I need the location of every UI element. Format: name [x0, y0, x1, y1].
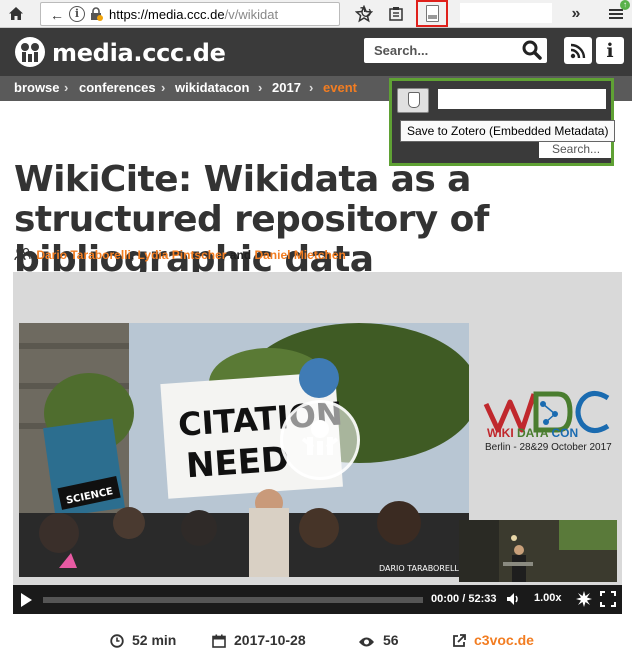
- fullscreen-icon[interactable]: [600, 591, 616, 607]
- popup-search-input[interactable]: Search...: [539, 140, 611, 158]
- rss-icon: [570, 43, 586, 58]
- source-link[interactable]: c3voc.de: [452, 632, 534, 648]
- search-placeholder: Search...: [374, 43, 429, 58]
- time-separator: /: [462, 593, 466, 605]
- external-link-icon: [453, 634, 466, 647]
- url-bar[interactable]: ← i https://media.ccc.de/v/wikidat ↻: [40, 2, 373, 27]
- eye-icon: [359, 637, 374, 647]
- breadcrumb-separator: ›: [161, 80, 166, 95]
- photo-credit: DARIO TARABORELLI /C: [379, 564, 469, 573]
- people-icon: [14, 247, 31, 261]
- calendar-icon: [212, 634, 226, 648]
- zotero-tooltip: Save to Zotero (Embedded Metadata): [400, 120, 616, 142]
- ccc-play-icon: [301, 420, 339, 455]
- speaker-video-thumbnail[interactable]: [459, 520, 617, 582]
- page-root: ← i https://media.ccc.de/v/wikidat ↻ » ↑: [0, 0, 632, 654]
- breadcrumb-browse[interactable]: browse: [14, 80, 60, 95]
- rss-button[interactable]: [564, 37, 592, 64]
- playback-speed-button[interactable]: 1.00x: [534, 592, 562, 604]
- ccc-logo-icon[interactable]: [14, 36, 46, 68]
- info-letter-icon: i: [606, 39, 614, 62]
- time-total: 52:33: [468, 593, 497, 605]
- duration-stat: 52 min: [110, 632, 176, 648]
- date-stat: 2017-10-28: [212, 632, 306, 648]
- big-play-button[interactable]: [280, 400, 360, 480]
- zotero-translator-icon: [408, 92, 420, 108]
- wikidatacon-wordmark: WIKI DATA CON: [487, 426, 578, 440]
- wordmark-data: DATA: [517, 426, 549, 440]
- volume-icon[interactable]: [505, 591, 521, 607]
- time-display: 00:00 / 52:33: [431, 593, 496, 605]
- toolbar-blank-field: [460, 3, 552, 23]
- wordmark-con: CON: [551, 426, 579, 440]
- player-controls: 00:00 / 52:33 1.00x: [13, 585, 622, 614]
- lock-icon[interactable]: [89, 7, 103, 21]
- site-search-input[interactable]: Search...: [364, 38, 547, 63]
- duration-value: 52 min: [132, 632, 177, 648]
- speaker-and: and: [229, 248, 252, 262]
- site-name[interactable]: media.ccc.de: [52, 39, 226, 67]
- update-available-icon[interactable]: ↑: [620, 0, 630, 10]
- date-value: 2017-10-28: [234, 632, 306, 648]
- breadcrumb-wikidatacon[interactable]: wikidatacon: [175, 80, 249, 95]
- site-header: media.ccc.de Search... i: [0, 28, 632, 76]
- play-icon[interactable]: [21, 593, 32, 607]
- breadcrumb-separator: ›: [309, 80, 314, 95]
- info-icon[interactable]: i: [69, 6, 85, 22]
- source-value[interactable]: c3voc.de: [474, 632, 534, 648]
- zotero-save-button[interactable]: [416, 0, 448, 27]
- bookmark-star-icon[interactable]: [352, 2, 376, 26]
- talk-stats: 52 min 2017-10-28 56 c3voc.de: [0, 628, 632, 652]
- reading-list-icon[interactable]: [384, 2, 408, 26]
- speaker-link[interactable]: Daniel Mietchen: [254, 248, 345, 262]
- home-icon[interactable]: [4, 2, 28, 26]
- overflow-chevron-icon[interactable]: »: [564, 2, 588, 26]
- search-icon[interactable]: [522, 40, 542, 60]
- url-text[interactable]: https://media.ccc.de/v/wikidat: [109, 7, 309, 22]
- about-button[interactable]: i: [596, 37, 624, 64]
- sign-needed-text: NEED: [185, 439, 291, 486]
- zotero-popup: Search... Save to Zotero (Embedded Metad…: [389, 78, 616, 166]
- breadcrumb-year[interactable]: 2017: [272, 80, 301, 95]
- time-current: 00:00: [431, 593, 460, 605]
- video-frame-image: CITATION NEED SCIENCE DARIO TARABORELLI …: [19, 323, 469, 577]
- zotero-popup-button[interactable]: [397, 88, 429, 113]
- page-title: WikiCite: Wikidata as a structured repos…: [14, 159, 489, 280]
- slide-subtitle: Berlin - 28&29 October 2017: [485, 442, 612, 453]
- wordmark-wiki: WIKI: [487, 426, 514, 440]
- speaker-link[interactable]: Dario Taraborelli: [36, 248, 130, 262]
- clock-icon: [110, 634, 124, 648]
- progress-bar[interactable]: [43, 597, 423, 603]
- breadcrumb-event: event: [323, 80, 357, 95]
- breadcrumb-conferences[interactable]: conferences: [79, 80, 156, 95]
- settings-burst-icon[interactable]: [576, 591, 592, 607]
- views-value: 56: [383, 632, 399, 648]
- video-player[interactable]: CITATION NEED SCIENCE DARIO TARABORELLI …: [13, 272, 622, 614]
- speaker-link[interactable]: Lydia Pintscher: [138, 248, 227, 262]
- popup-field: [438, 89, 606, 109]
- zotero-document-icon: [426, 5, 439, 22]
- browser-toolbar: ← i https://media.ccc.de/v/wikidat ↻ » ↑: [0, 0, 632, 28]
- back-arrow-icon[interactable]: ←: [45, 3, 69, 27]
- speaker-separator: ,: [130, 248, 135, 262]
- breadcrumb-separator: ›: [258, 80, 263, 95]
- breadcrumb-separator: ›: [64, 80, 69, 95]
- views-stat: 56: [358, 632, 399, 648]
- speaker-list: Dario Taraborelli, Lydia Pintscher and D…: [14, 247, 346, 262]
